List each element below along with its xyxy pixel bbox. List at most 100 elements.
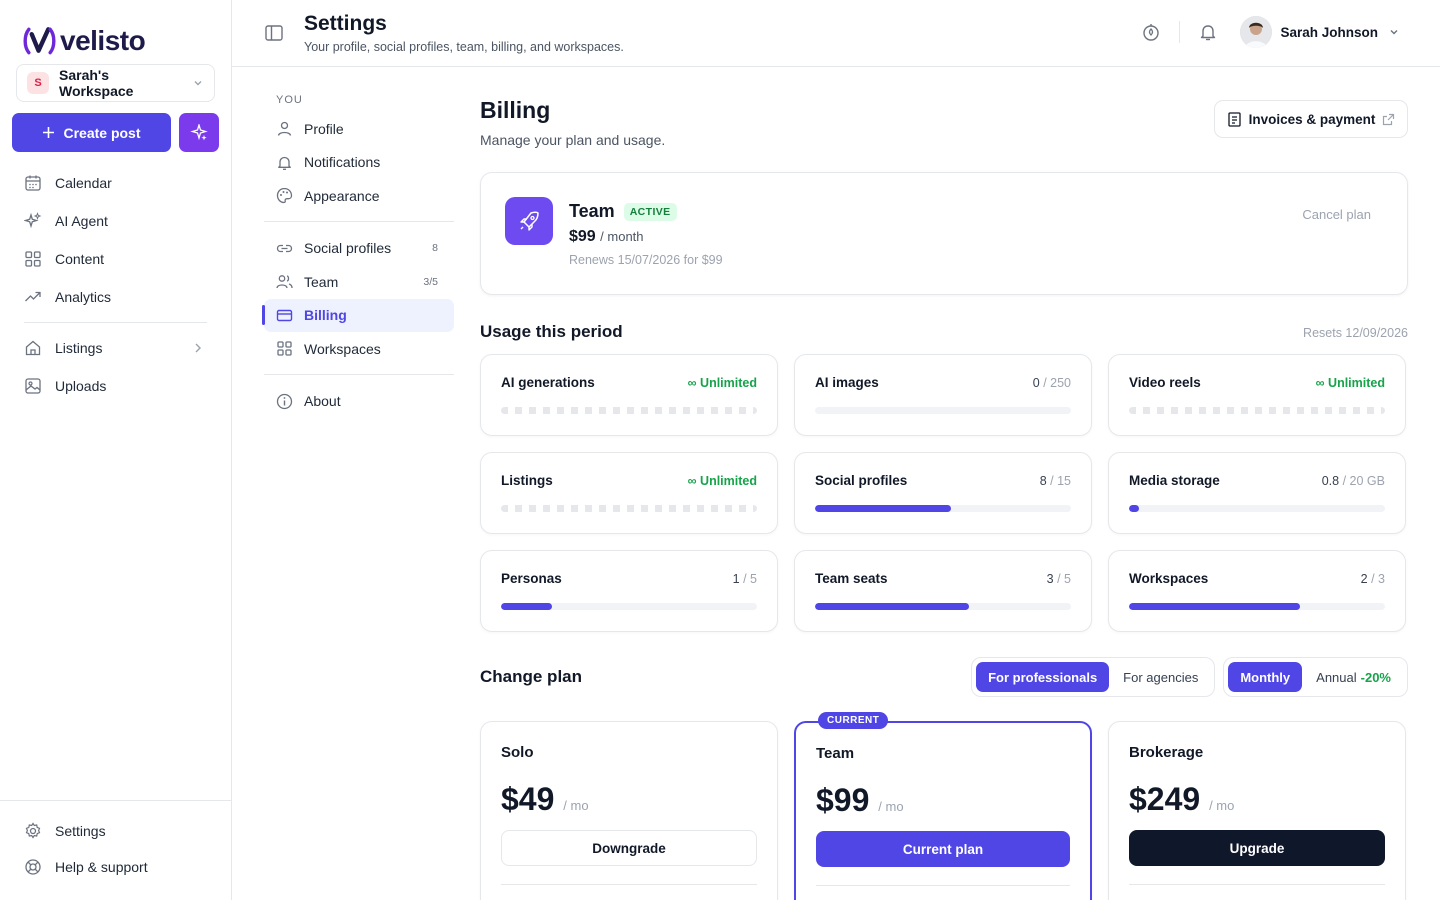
external-link-icon	[1383, 113, 1395, 125]
sidebar-item-help[interactable]: Help & support	[0, 849, 231, 885]
usage-bar	[1129, 505, 1385, 512]
price-amount: $49	[501, 781, 555, 817]
usage-label: Video reels	[1129, 375, 1201, 390]
usage-label: Workspaces	[1129, 571, 1209, 586]
plan-card-solo: Solo $49 / mo Downgrade	[480, 721, 778, 900]
settings-item-profile[interactable]: Profile	[264, 112, 454, 146]
streak-icon[interactable]	[1141, 22, 1161, 42]
price-amount: $99	[816, 782, 870, 818]
toggle-monthly[interactable]: Monthly	[1228, 662, 1303, 692]
plan-price: $49 / mo	[501, 781, 757, 818]
upgrade-button[interactable]: Upgrade	[1129, 830, 1385, 866]
usage-bar	[501, 505, 757, 512]
usage-label: AI generations	[501, 375, 595, 390]
usage-label: AI images	[815, 375, 879, 390]
usage-used: 1	[732, 571, 740, 586]
top-bar: Settings Your profile, social profiles, …	[232, 0, 1440, 67]
bell-icon[interactable]	[1198, 22, 1218, 42]
settings-item-appearance[interactable]: Appearance	[264, 179, 454, 213]
invoices-payment-button[interactable]: Invoices & payment	[1214, 100, 1408, 138]
usage-limit: / 250	[1043, 375, 1071, 390]
link-icon	[276, 244, 293, 252]
divider	[264, 373, 454, 375]
main-area: Settings Your profile, social profiles, …	[232, 0, 1440, 900]
toggle-for-professionals[interactable]: For professionals	[976, 662, 1110, 692]
sidebar-item-label: Analytics	[55, 289, 112, 305]
create-post-label: Create post	[63, 124, 141, 141]
resets-text: Resets 12/09/2026	[1303, 326, 1408, 340]
usage-used: 8	[1039, 473, 1047, 488]
divider	[1129, 884, 1385, 885]
image-icon	[25, 378, 41, 394]
usage-card-media-storage: Media storage 0.8 / 20 GB	[1108, 452, 1406, 534]
usage-value: 3 / 5	[1047, 572, 1071, 586]
chevron-down-icon[interactable]	[1388, 26, 1400, 38]
sidebar: velisto S Sarah's Workspace Create post	[0, 0, 232, 900]
billing-cycle-toggle: Monthly Annual -20%	[1223, 657, 1408, 697]
toggle-for-agencies[interactable]: For agencies	[1111, 662, 1210, 692]
grid-icon	[277, 341, 292, 356]
avatar[interactable]	[1240, 16, 1273, 48]
sidebar-item-label: Content	[55, 251, 105, 267]
receipt-icon	[1227, 111, 1241, 127]
sidebar-item-analytics[interactable]: Analytics	[0, 278, 231, 316]
logo[interactable]: velisto	[0, 0, 231, 64]
settings-item-social-profiles[interactable]: Social profiles 8	[264, 232, 454, 266]
audience-toggle: For professionals For agencies	[971, 657, 1216, 697]
workspace-name: Sarah's Workspace	[59, 67, 134, 99]
usage-bar	[1129, 603, 1385, 610]
settings-item-workspaces[interactable]: Workspaces	[264, 332, 454, 366]
sidebar-item-ai-agent[interactable]: AI Agent	[0, 202, 231, 240]
toggle-annual[interactable]: Annual -20%	[1304, 662, 1403, 692]
settings-item-label: Billing	[304, 307, 347, 324]
user-icon	[277, 122, 292, 137]
usage-fill	[815, 603, 969, 610]
usage-bar	[815, 603, 1071, 610]
divider	[264, 220, 454, 222]
renewal-text: Renews 15/07/2026 for $99	[569, 253, 723, 267]
usage-bar	[815, 407, 1071, 414]
workspace-selector[interactable]: S Sarah's Workspace	[16, 64, 215, 102]
billing-section: Billing Manage your plan and usage. Invo…	[480, 67, 1408, 900]
lifebuoy-icon	[25, 859, 41, 875]
usage-used: 0	[1032, 375, 1040, 390]
unlimited-text: ∞ Unlimited	[687, 375, 757, 390]
usage-label: Team seats	[815, 571, 888, 586]
usage-used: 3	[1046, 571, 1054, 586]
unlimited-text: ∞ Unlimited	[1315, 375, 1385, 390]
cancel-plan-button[interactable]: Cancel plan	[1302, 207, 1371, 222]
sidebar-item-uploads[interactable]: Uploads	[0, 367, 231, 405]
downgrade-button[interactable]: Downgrade	[501, 830, 757, 866]
plus-icon	[43, 127, 55, 138]
create-post-button[interactable]: Create post	[12, 113, 171, 152]
palette-icon	[276, 188, 293, 204]
usage-card-workspaces: Workspaces 2 / 3	[1108, 550, 1406, 632]
sidebar-item-listings[interactable]: Listings	[0, 329, 231, 367]
workspace-avatar: S	[27, 72, 49, 94]
page-title: Settings	[304, 12, 387, 35]
usage-card-listings: Listings ∞ Unlimited	[480, 452, 778, 534]
current-plan-button[interactable]: Current plan	[816, 831, 1070, 867]
settings-item-about[interactable]: About	[264, 385, 454, 419]
sidebar-toggle-icon[interactable]	[264, 23, 284, 43]
settings-item-team[interactable]: Team 3/5	[264, 265, 454, 299]
user-name[interactable]: Sarah Johnson	[1280, 25, 1378, 40]
settings-item-billing[interactable]: Billing	[262, 298, 454, 332]
divider	[501, 884, 757, 885]
usage-limit: / 5	[743, 571, 757, 586]
plan-price: $99 / mo	[816, 782, 1070, 819]
sidebar-item-label: AI Agent	[55, 213, 108, 229]
sidebar-item-label: Help & support	[55, 859, 148, 875]
usage-label: Listings	[501, 473, 553, 488]
usage-value: 2 / 3	[1361, 572, 1385, 586]
settings-item-notifications[interactable]: Notifications	[264, 146, 454, 180]
sidebar-item-settings[interactable]: Settings	[0, 813, 231, 849]
usage-fill	[501, 603, 553, 610]
sparkle-icon	[24, 212, 42, 229]
users-icon	[276, 275, 293, 289]
plan-card-team: CURRENT Team $99 / mo Current plan	[794, 712, 1092, 900]
settings-item-label: About	[304, 393, 341, 410]
sidebar-item-calendar[interactable]: Calendar	[0, 164, 231, 202]
ai-magic-button[interactable]	[179, 113, 219, 152]
sidebar-item-content[interactable]: Content	[0, 240, 231, 278]
